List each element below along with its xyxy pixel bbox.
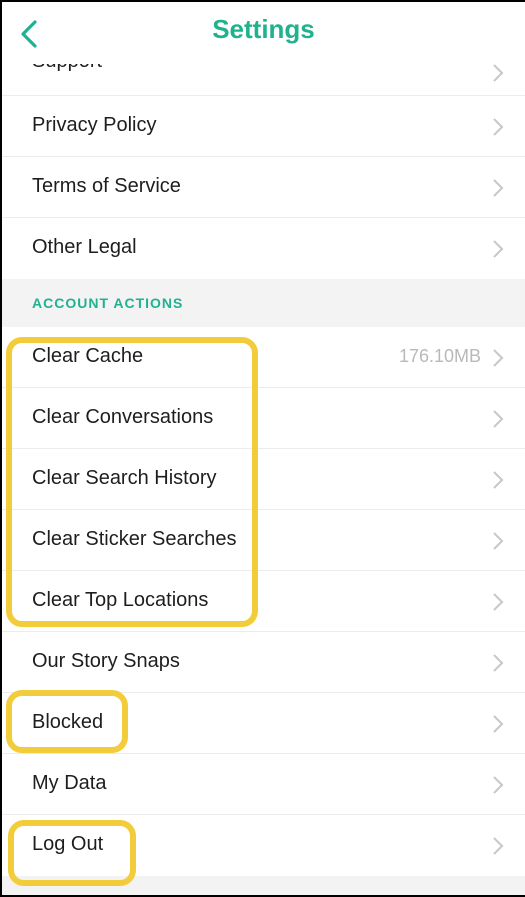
chevron-right-icon <box>493 179 504 197</box>
row-label: My Data <box>32 772 107 794</box>
settings-row-clear-cache[interactable]: Clear Cache 176.10MB <box>2 327 525 388</box>
chevron-right-icon <box>493 64 504 82</box>
settings-row-terms-of-service[interactable]: Terms of Service <box>2 157 525 218</box>
chevron-right-icon <box>493 593 504 611</box>
settings-screen: Settings Support Privacy Policy Terms of… <box>0 0 525 897</box>
settings-row-privacy-policy[interactable]: Privacy Policy <box>2 96 525 157</box>
settings-row-log-out[interactable]: Log Out <box>2 815 525 876</box>
chevron-left-icon <box>21 20 37 48</box>
chevron-right-icon <box>493 240 504 258</box>
page-title: Settings <box>212 14 315 44</box>
row-label: Our Story Snaps <box>32 650 180 672</box>
row-label: Terms of Service <box>32 175 181 197</box>
section-header-account-actions: ACCOUNT ACTIONS <box>2 279 525 327</box>
row-label: Support <box>32 64 102 73</box>
settings-row-my-data[interactable]: My Data <box>2 754 525 815</box>
chevron-right-icon <box>493 118 504 136</box>
settings-row-clear-search-history[interactable]: Clear Search History <box>2 449 525 510</box>
chevron-right-icon <box>493 715 504 733</box>
settings-row-clear-conversations[interactable]: Clear Conversations <box>2 388 525 449</box>
chevron-right-icon <box>493 349 504 367</box>
settings-row-our-story-snaps[interactable]: Our Story Snaps <box>2 632 525 693</box>
settings-row-blocked[interactable]: Blocked <box>2 693 525 754</box>
row-label: Log Out <box>32 833 104 855</box>
row-label: Clear Sticker Searches <box>32 528 237 550</box>
row-label: Clear Top Locations <box>32 589 209 611</box>
chevron-right-icon <box>493 654 504 672</box>
back-button[interactable] <box>20 12 60 56</box>
settings-row-other-legal[interactable]: Other Legal <box>2 218 525 279</box>
row-label: Clear Search History <box>32 467 217 489</box>
row-label: Clear Cache <box>32 345 144 367</box>
settings-row-clear-top-locations[interactable]: Clear Top Locations <box>2 571 525 632</box>
row-label: Other Legal <box>32 236 137 258</box>
chevron-right-icon <box>493 776 504 794</box>
settings-list[interactable]: Support Privacy Policy Terms of Service … <box>2 64 525 895</box>
row-label: Clear Conversations <box>32 406 214 428</box>
settings-row-support[interactable]: Support <box>2 64 525 96</box>
row-label: Privacy Policy <box>32 114 157 136</box>
section-label: ACCOUNT ACTIONS <box>32 295 184 311</box>
row-label: Blocked <box>32 711 104 733</box>
chevron-right-icon <box>493 471 504 489</box>
chevron-right-icon <box>493 410 504 428</box>
settings-row-clear-sticker-searches[interactable]: Clear Sticker Searches <box>2 510 525 571</box>
nav-header: Settings <box>2 2 525 64</box>
list-footer-gap <box>2 876 525 895</box>
chevron-right-icon <box>493 837 504 855</box>
cache-size-value: 176.10MB <box>398 346 481 366</box>
chevron-right-icon <box>493 532 504 550</box>
